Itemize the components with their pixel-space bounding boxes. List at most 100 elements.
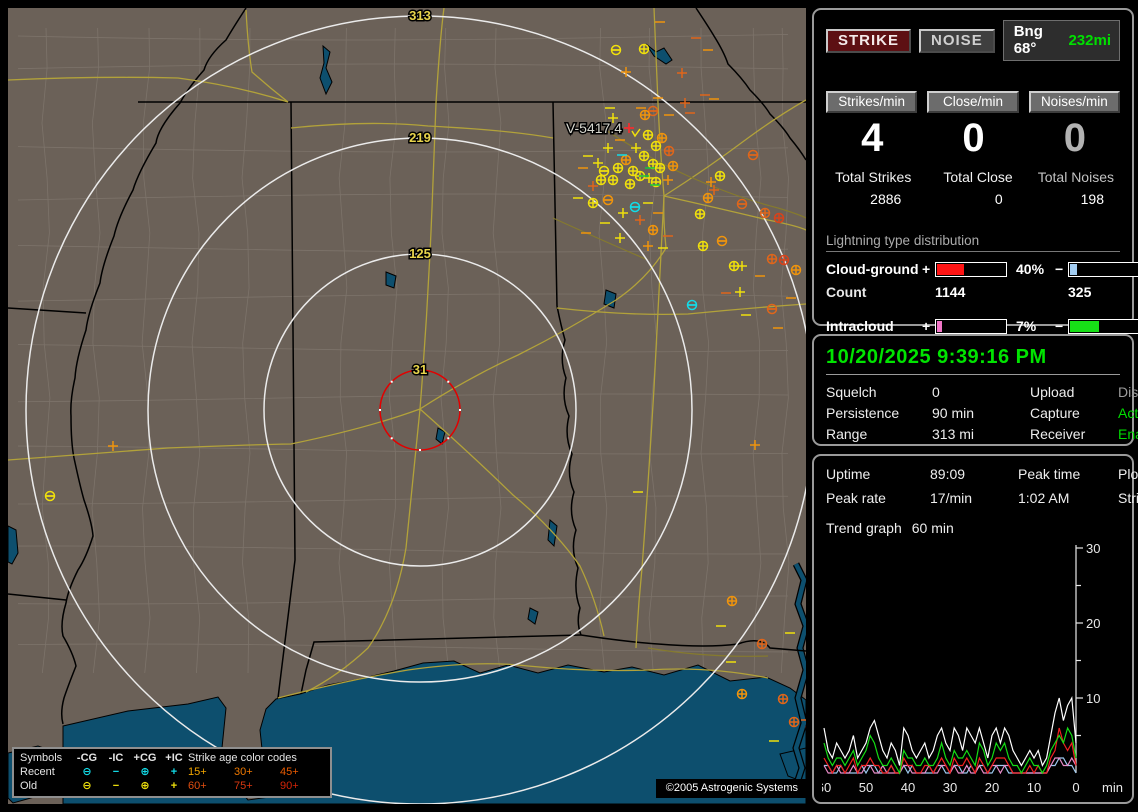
noise-button[interactable]: NOISE [919, 29, 995, 53]
status-value-receiver: Enabled [1118, 426, 1138, 442]
strike-cp-symbol [767, 254, 777, 264]
status-value-range: 313 mi [932, 426, 1030, 442]
legend-age-60+: 60+ [188, 780, 234, 793]
peak-time-label: Peak time [1018, 466, 1118, 482]
strikes-column: Strikes/min 4 Total Strikes 2886 [826, 91, 917, 207]
strike-cp-symbol [695, 209, 705, 219]
uptime-value: 89:09 [930, 466, 1018, 482]
strike-cp-symbol [715, 171, 725, 181]
status-label-upload: Upload [1030, 384, 1118, 400]
noises-per-min-value: 0 [1029, 115, 1120, 161]
legend-glyph--CG-icon: ⊖ [72, 780, 102, 793]
bearing-distance: 232mi [1068, 32, 1111, 49]
ic-pos-pct: 7% [1011, 318, 1055, 334]
cg-count-label: Count [826, 284, 922, 300]
bearing-label: Bng 68° [1014, 23, 1055, 57]
close-per-min-button[interactable]: Close/min [927, 91, 1018, 113]
session-panel: Uptime 89:09 Peak time Plot Peak rate 17… [812, 454, 1134, 804]
strike-cp-symbol [779, 255, 789, 265]
cg-pos-pct: 40% [1011, 261, 1055, 277]
legend-age-title: Strike age color codes [188, 752, 324, 765]
legend-glyph-+IC-icon: + [160, 766, 188, 779]
plot-label: Plot [1118, 466, 1138, 482]
plus-sign: + [922, 261, 935, 277]
strike-cp-symbol [588, 198, 598, 208]
legend-col-+IC: +IC [160, 752, 188, 765]
status-label-squelch: Squelch [826, 384, 932, 400]
trend-x-tick-40: 40 [901, 780, 915, 795]
status-label-range: Range [826, 426, 932, 442]
cloud-ground-label: Cloud-ground [826, 261, 922, 277]
legend-glyph-+CG-icon: ⊕ [130, 766, 160, 779]
cg-neg-bar [1068, 262, 1138, 277]
strike-cp-symbol [757, 639, 767, 649]
lightning-map[interactable]: 31321912531 V-5417.4 Symbols-CG-IC+CG+IC… [8, 8, 806, 804]
strike-cp-symbol [613, 163, 623, 173]
status-grid: Squelch0UploadDisabledPersistence90 minC… [826, 384, 1120, 442]
strike-button[interactable]: STRIKE [826, 29, 911, 53]
legend-age-45+: 45+ [280, 766, 324, 779]
strike-cp-symbol [621, 155, 631, 165]
ic-neg-bar [1068, 319, 1138, 334]
bearing-readout: Bng 68° 232mi [1003, 20, 1120, 61]
status-label-capture: Capture [1030, 405, 1118, 421]
copyright-text: ©2005 Astrogenic Systems [656, 779, 806, 798]
legend-glyph-+CG-icon: ⊕ [130, 780, 160, 793]
legend-glyph-+IC-icon: + [160, 780, 188, 793]
strikes-per-min-button[interactable]: Strikes/min [826, 91, 917, 113]
ring-label-31: 31 [413, 362, 427, 377]
strike-cp-symbol [608, 175, 618, 185]
legend-col--IC: -IC [102, 752, 130, 765]
cg-neg-count: 325 [1068, 284, 1138, 300]
legend-symbols-label: Symbols [20, 752, 72, 765]
trend-x-tick-50: 50 [859, 780, 873, 795]
total-noises-value: 198 [1029, 191, 1120, 207]
strike-cp-symbol [639, 151, 649, 161]
strike-cp-symbol [703, 193, 713, 203]
strike-cp-symbol [664, 146, 674, 156]
strike-cp-symbol [774, 213, 784, 223]
plus-sign: + [922, 318, 935, 334]
session-grid: Uptime 89:09 Peak time Plot Peak rate 17… [826, 466, 1120, 506]
strike-cp-symbol [648, 225, 658, 235]
symbols-legend: Symbols-CG-IC+CG+ICStrike age color code… [12, 747, 332, 798]
total-close-label: Total Close [927, 169, 1018, 185]
trend-graph: 1020306050403020100min [822, 540, 1126, 798]
close-column: Close/min 0 Total Close 0 [927, 91, 1018, 207]
status-label-persistence: Persistence [826, 405, 932, 421]
legend-col-+CG: +CG [130, 752, 160, 765]
noises-column: Noises/min 0 Total Noises 198 [1029, 91, 1120, 207]
legend-glyph--IC-icon: − [102, 780, 130, 793]
trend-x-unit: min [1102, 780, 1123, 795]
trend-x-tick-30: 30 [943, 780, 957, 795]
status-value-capture: Active [1118, 405, 1138, 421]
distribution-title: Lightning type distribution [826, 233, 1120, 252]
legend-age-75+: 75+ [234, 780, 280, 793]
noises-per-min-button[interactable]: Noises/min [1029, 91, 1120, 113]
strike-cp-symbol [625, 179, 635, 189]
strike-cp-symbol [760, 208, 770, 218]
strike-cp-symbol [596, 175, 606, 185]
intracloud-label: Intracloud [826, 318, 922, 334]
ring-label-313: 313 [409, 8, 431, 23]
trend-y-tick-20: 20 [1086, 616, 1100, 631]
strike-cp-symbol [698, 241, 708, 251]
trend-series-total [824, 698, 1076, 766]
ic-pos-bar [935, 319, 1007, 334]
legend-age-30+: 30+ [234, 766, 280, 779]
legend-age-90+: 90+ [280, 780, 324, 793]
legend-glyph--CG-icon: ⊖ [72, 766, 102, 779]
status-value-persistence: 90 min [932, 405, 1030, 421]
total-noises-label: Total Noises [1029, 169, 1120, 185]
strike-cp-symbol [651, 141, 661, 151]
total-strikes-label: Total Strikes [826, 169, 917, 185]
legend-col--CG: -CG [72, 752, 102, 765]
legend-row-label-old: Old [20, 780, 72, 793]
strike-cp-symbol [655, 163, 665, 173]
plot-value: Strike [1118, 490, 1138, 506]
status-panel: 10/20/2025 9:39:16 PM Squelch0UploadDisa… [812, 334, 1134, 446]
peak-rate-label: Peak rate [826, 490, 930, 506]
trend-x-tick-0: 0 [1072, 780, 1079, 795]
status-label-receiver: Receiver [1030, 426, 1118, 442]
trend-y-tick-10: 10 [1086, 691, 1100, 706]
